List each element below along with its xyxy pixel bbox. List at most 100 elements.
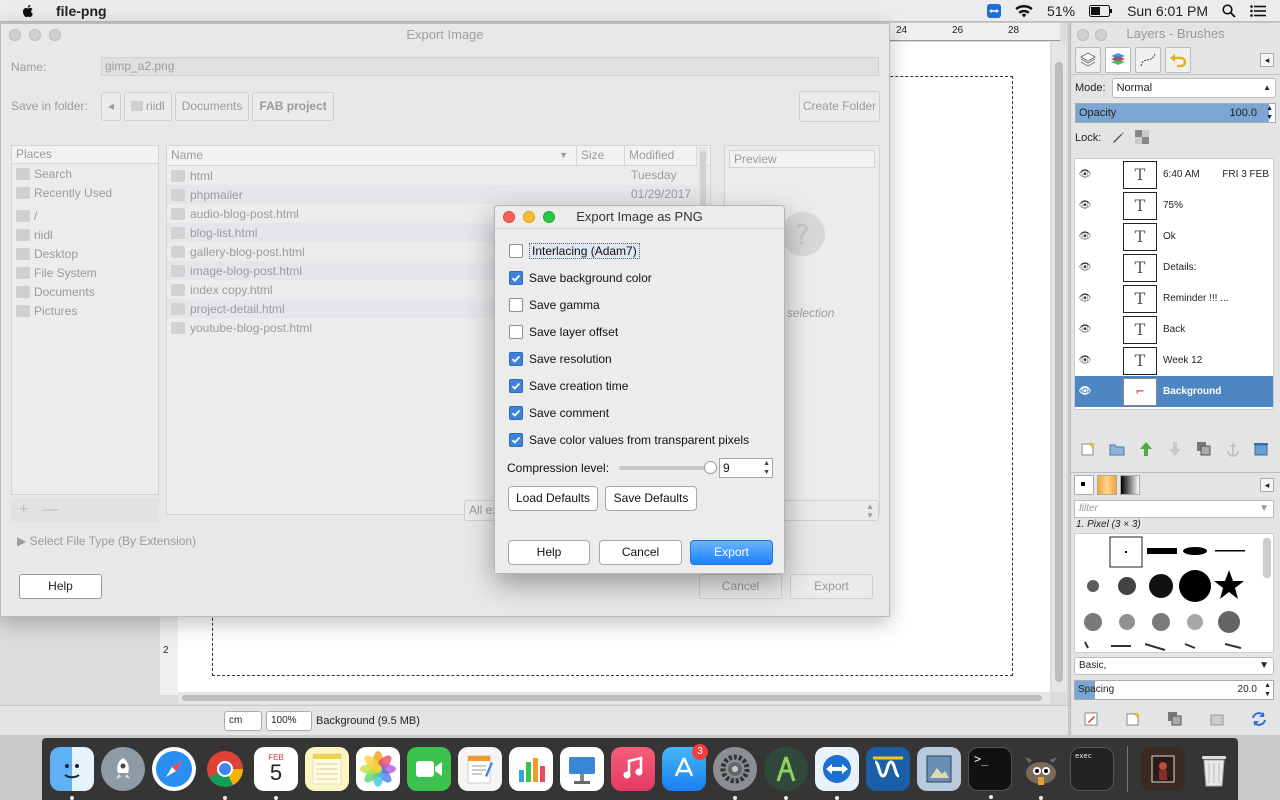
place-item-documents[interactable]: Documents bbox=[12, 282, 158, 301]
apple-icon[interactable] bbox=[20, 3, 36, 19]
refresh-brushes-icon[interactable] bbox=[1250, 710, 1268, 728]
layer-row[interactable]: 👁 T Week 12 bbox=[1075, 345, 1273, 376]
duplicate-layer-icon[interactable] bbox=[1195, 440, 1213, 458]
close-button[interactable] bbox=[9, 29, 21, 41]
minimize-button[interactable] bbox=[1095, 29, 1107, 41]
notes-icon[interactable] bbox=[305, 747, 349, 791]
gimp-icon[interactable] bbox=[1019, 747, 1063, 800]
spacing-slider[interactable]: Spacing 20.0 ▲ ▼ bbox=[1074, 680, 1274, 700]
compression-spinbox[interactable]: 9 ▲ ▼ bbox=[719, 458, 773, 478]
duplicate-brush-icon[interactable] bbox=[1166, 710, 1184, 728]
anchor-layer-icon[interactable] bbox=[1224, 440, 1242, 458]
export-button[interactable]: Export bbox=[790, 574, 873, 599]
breadcrumb-item[interactable]: Documents bbox=[174, 92, 250, 121]
scroll-thumb[interactable] bbox=[182, 695, 1042, 701]
checkbox-box[interactable] bbox=[509, 244, 523, 258]
battery-icon[interactable] bbox=[1089, 5, 1113, 17]
delete-brush-icon[interactable] bbox=[1208, 710, 1226, 728]
dropdown-arrow-icon[interactable]: ▼ bbox=[1259, 501, 1269, 517]
photos-icon[interactable] bbox=[356, 747, 400, 791]
eye-icon[interactable]: 👁 bbox=[1075, 386, 1095, 397]
teamviewer-icon[interactable] bbox=[815, 747, 859, 800]
place-item-recently-used[interactable]: Recently Used bbox=[12, 183, 158, 202]
eye-icon[interactable]: 👁 bbox=[1075, 324, 1095, 335]
save-background-color-checkbox[interactable]: Save background color bbox=[509, 269, 652, 287]
checkbox-box[interactable] bbox=[509, 271, 523, 285]
eye-icon[interactable]: 👁 bbox=[1075, 169, 1095, 180]
checkbox-box[interactable] bbox=[509, 433, 523, 447]
zoom-select[interactable]: 100% bbox=[266, 710, 312, 731]
export-button[interactable]: Export bbox=[690, 540, 773, 565]
eye-icon[interactable]: 👁 bbox=[1075, 262, 1095, 273]
terminal-icon[interactable]: >_ bbox=[968, 747, 1012, 799]
create-folder-button[interactable]: Create Folder bbox=[799, 91, 880, 122]
breadcrumb-item[interactable]: riidl bbox=[124, 92, 172, 121]
cancel-button[interactable]: Cancel bbox=[599, 540, 682, 565]
save-resolution-checkbox[interactable]: Save resolution bbox=[509, 350, 612, 368]
breadcrumb-back-button[interactable]: ◂ bbox=[101, 92, 122, 121]
wifi-icon[interactable] bbox=[1015, 4, 1033, 18]
save-layer-offset-checkbox[interactable]: Save layer offset bbox=[509, 323, 618, 341]
spin-arrows-icon[interactable]: ▲ ▼ bbox=[763, 459, 770, 477]
checkbox-box[interactable] bbox=[509, 379, 523, 393]
chrome-icon[interactable] bbox=[203, 747, 247, 800]
layer-row[interactable]: 👁 T Details: bbox=[1075, 252, 1273, 283]
close-button[interactable] bbox=[1077, 29, 1089, 41]
scroll-thumb[interactable] bbox=[1055, 62, 1063, 682]
teamviewer-menu-icon[interactable] bbox=[987, 4, 1002, 18]
wireshark-icon[interactable] bbox=[866, 747, 910, 791]
brush-set-select[interactable]: Basic, ▼ bbox=[1074, 657, 1274, 675]
help-button[interactable]: Help bbox=[19, 574, 102, 599]
checkbox-box[interactable] bbox=[509, 406, 523, 420]
menubar-clock[interactable]: Sun 6:01 PM bbox=[1127, 3, 1208, 19]
lock-alpha-icon[interactable] bbox=[1135, 129, 1150, 147]
layers-tab-icon[interactable] bbox=[1075, 46, 1101, 73]
layer-row-selected[interactable]: 👁 ⌐ Background bbox=[1075, 376, 1273, 407]
save-creation-time-checkbox[interactable]: Save creation time bbox=[509, 377, 628, 395]
column-header-name[interactable]: Name ▼ bbox=[167, 146, 577, 165]
column-header-modified[interactable]: Modified bbox=[625, 146, 697, 165]
file-row[interactable]: html Tuesday bbox=[167, 166, 710, 185]
layer-row[interactable]: 👁 T 75% bbox=[1075, 190, 1273, 221]
calendar-icon[interactable]: FEB 5 bbox=[254, 747, 298, 800]
layer-row[interactable]: 👁 T Reminder !!! ... bbox=[1075, 283, 1273, 314]
eye-icon[interactable]: 👁 bbox=[1075, 200, 1095, 211]
checkbox-box[interactable] bbox=[509, 352, 523, 366]
brushes-tab-icon[interactable] bbox=[1074, 474, 1094, 495]
launchpad-icon[interactable] bbox=[101, 747, 145, 791]
preview-icon[interactable] bbox=[917, 747, 961, 791]
breadcrumb-item-current[interactable]: FAB project bbox=[252, 92, 334, 121]
system-preferences-icon[interactable] bbox=[713, 747, 757, 800]
unit-select[interactable]: cm bbox=[224, 710, 262, 731]
place-item-search[interactable]: Search bbox=[12, 164, 158, 183]
place-item-pictures[interactable]: Pictures bbox=[12, 301, 158, 320]
filename-input[interactable]: gimp_a2.png bbox=[101, 57, 879, 76]
music-icon[interactable] bbox=[611, 747, 655, 791]
console-icon[interactable]: exec bbox=[1070, 747, 1114, 791]
save-gamma-checkbox[interactable]: Save gamma bbox=[509, 296, 600, 314]
place-item-desktop[interactable]: Desktop bbox=[12, 244, 158, 263]
select-file-type-expander[interactable]: ▶ Select File Type (By Extension) bbox=[17, 534, 196, 548]
app-store-icon[interactable]: 3 bbox=[662, 744, 708, 791]
minimize-button[interactable] bbox=[523, 211, 535, 223]
patterns-tab-icon[interactable] bbox=[1097, 474, 1117, 495]
eye-icon[interactable]: 👁 bbox=[1075, 231, 1095, 242]
spin-arrows-icon[interactable]: ▲ ▼ bbox=[1261, 681, 1271, 699]
remove-place-icon[interactable]: — bbox=[42, 501, 58, 519]
place-item-file-system[interactable]: File System bbox=[12, 263, 158, 282]
edit-brush-icon[interactable] bbox=[1082, 710, 1100, 728]
save-transparent-color-values-checkbox[interactable]: Save color values from transparent pixel… bbox=[509, 431, 749, 449]
place-item-root[interactable]: / bbox=[12, 206, 158, 225]
keynote-icon[interactable] bbox=[560, 747, 604, 791]
help-button[interactable]: Help bbox=[508, 540, 590, 565]
cancel-button[interactable]: Cancel bbox=[699, 574, 782, 599]
load-defaults-button[interactable]: Load Defaults bbox=[508, 486, 598, 511]
lock-pixels-icon[interactable] bbox=[1111, 130, 1125, 147]
spotlight-search-icon[interactable] bbox=[1222, 4, 1236, 18]
compression-slider[interactable] bbox=[619, 461, 718, 474]
eye-icon[interactable]: 👁 bbox=[1075, 293, 1095, 304]
safari-icon[interactable] bbox=[152, 747, 196, 791]
notification-center-icon[interactable] bbox=[1250, 5, 1266, 17]
add-place-icon[interactable]: + bbox=[19, 501, 28, 519]
close-button[interactable] bbox=[503, 211, 515, 223]
